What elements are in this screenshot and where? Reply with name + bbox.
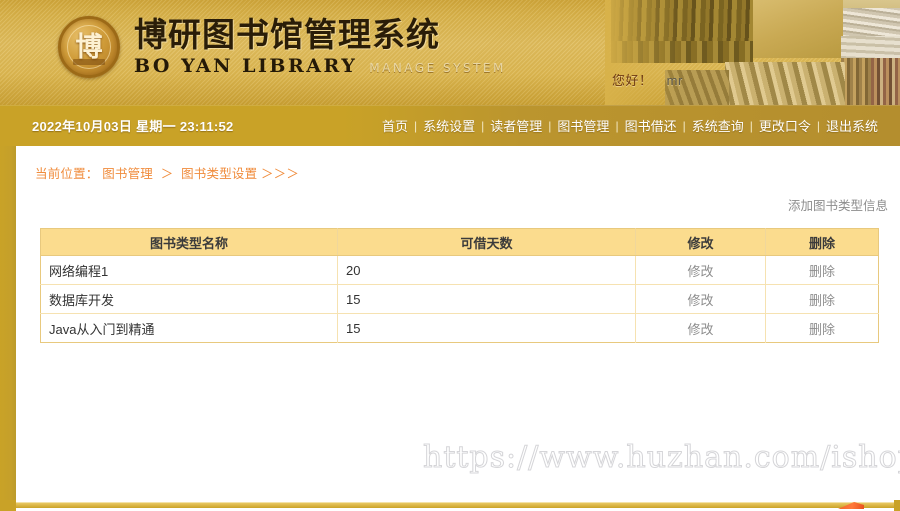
content-panel: 当前位置： 图书管理 ＞ 图书类型设置 ＞＞＞ 添加图书类型信息 图书类型名称 … xyxy=(28,146,900,511)
cell-type-name: Java从入门到精通 xyxy=(40,313,338,343)
left-gold-rail xyxy=(0,146,16,511)
watermark-text: https://www.huzhan.com/ishop46347 xyxy=(422,440,900,476)
cell-loan-days: 20 xyxy=(337,255,636,285)
edit-link-label[interactable]: 修改 xyxy=(687,264,713,279)
brand-title-en-row: BO YAN LIBRARY MANAGE SYSTEM xyxy=(134,57,506,76)
col-header-edit: 修改 xyxy=(635,228,766,256)
table-body: 网络编程1 20 修改 删除 数据库开发 15 修改 删除 Java从入门到精通 15 修改 删除 xyxy=(40,255,879,343)
footer-left-rail xyxy=(0,500,16,511)
photo-fade-overlay xyxy=(605,0,900,105)
delete-link[interactable]: 删除 xyxy=(765,284,879,314)
header-bookshelf-photo xyxy=(605,0,900,105)
edit-link-label[interactable]: 修改 xyxy=(687,293,713,308)
page-body: 当前位置： 图书管理 ＞ 图书类型设置 ＞＞＞ 添加图书类型信息 图书类型名称 … xyxy=(0,146,900,511)
greeting-username: mr xyxy=(666,73,683,88)
breadcrumb: 当前位置： 图书管理 ＞ 图书类型设置 ＞＞＞ xyxy=(35,163,299,182)
col-header-delete: 删除 xyxy=(765,228,879,256)
breadcrumb-item-book-type-settings[interactable]: 图书类型设置 xyxy=(181,167,257,181)
breadcrumb-arrow-icon: ＞ xyxy=(160,167,174,181)
col-header-loan-days: 可借天数 xyxy=(337,228,636,256)
brand-title-en: BO YAN LIBRARY xyxy=(134,55,358,77)
edit-link[interactable]: 修改 xyxy=(635,255,766,285)
nav-item-1[interactable]: 首页 xyxy=(376,116,414,135)
delete-link-label[interactable]: 删除 xyxy=(809,293,835,308)
breadcrumb-suffix: ＞＞＞ xyxy=(260,167,300,181)
cell-type-name: 网络编程1 xyxy=(40,255,338,285)
site-logo[interactable]: 博 博研图书馆管理系统 BO YAN LIBRARY MANAGE SYSTEM xyxy=(58,16,506,78)
nav-item-4[interactable]: 图书管理 xyxy=(551,116,615,135)
site-footer xyxy=(0,500,900,511)
edit-link[interactable]: 修改 xyxy=(635,313,766,343)
nav-menu: 首页 | 系统设置 | 读者管理 | 图书管理 | 图书借还 | 系统查询 | 更改口令 | 退出系统 xyxy=(376,116,884,135)
footer-gold-bar xyxy=(16,502,900,508)
cell-loan-days: 15 xyxy=(337,284,636,314)
table-row: 数据库开发 15 修改 删除 xyxy=(40,284,879,314)
main-navbar: 2022年10月03日 星期一 23:11:52 首页 | 系统设置 | 读者管理 | 图书… xyxy=(0,105,900,146)
edit-link-label[interactable]: 修改 xyxy=(687,322,713,337)
page-root: 您好！ mr 博 博研图书馆管理系统 BO YAN LIBRARY MANAGE… xyxy=(0,0,900,511)
brand-block: 博研图书馆管理系统 BO YAN LIBRARY MANAGE SYSTEM xyxy=(134,18,506,76)
seal-character: 博 xyxy=(75,31,103,63)
user-greeting: 您好！ mr xyxy=(612,70,683,89)
delete-link[interactable]: 删除 xyxy=(765,255,879,285)
nav-item-2[interactable]: 系统设置 xyxy=(417,116,481,135)
nav-item-6[interactable]: 系统查询 xyxy=(686,116,750,135)
greeting-text: 您好！ xyxy=(612,73,653,88)
nav-item-5[interactable]: 图书借还 xyxy=(619,116,683,135)
site-header: 您好！ mr 博 博研图书馆管理系统 BO YAN LIBRARY MANAGE… xyxy=(0,0,900,105)
book-type-table-wrap: 图书类型名称 可借天数 修改 删除 网络编程1 20 修改 删除 数据库开发 15 修改 删除… xyxy=(40,228,879,343)
table-row: Java从入门到精通 15 修改 删除 xyxy=(40,313,879,343)
col-header-type-name: 图书类型名称 xyxy=(40,228,338,256)
book-type-table: 图书类型名称 可借天数 修改 删除 网络编程1 20 修改 删除 数据库开发 15 修改 删除… xyxy=(40,228,879,343)
delete-link-label[interactable]: 删除 xyxy=(809,264,835,279)
datetime-display: 2022年10月03日 星期一 23:11:52 xyxy=(32,119,234,134)
cell-loan-days: 15 xyxy=(337,313,636,343)
edit-link[interactable]: 修改 xyxy=(635,284,766,314)
breadcrumb-prefix: 当前位置： xyxy=(35,167,99,181)
delete-link[interactable]: 删除 xyxy=(766,314,879,343)
footer-right-rail xyxy=(894,500,900,511)
brand-subtitle-en: MANAGE SYSTEM xyxy=(369,61,506,75)
table-row: 网络编程1 20 修改 删除 xyxy=(40,255,879,285)
nav-item-3[interactable]: 读者管理 xyxy=(484,116,548,135)
table-head: 图书类型名称 可借天数 修改 删除 xyxy=(40,228,879,256)
delete-link-label[interactable]: 删除 xyxy=(809,322,835,337)
brand-title-cn: 博研图书馆管理系统 xyxy=(134,15,440,54)
cell-type-name: 数据库开发 xyxy=(40,284,338,314)
add-book-type-link[interactable]: 添加图书类型信息 xyxy=(788,195,888,214)
seal-logo-icon: 博 xyxy=(58,16,120,78)
breadcrumb-item-book-management[interactable]: 图书管理 xyxy=(102,167,153,181)
table-header-row: 图书类型名称 可借天数 修改 删除 xyxy=(40,228,879,256)
nav-item-8[interactable]: 退出系统 xyxy=(820,116,884,135)
nav-item-7[interactable]: 更改口令 xyxy=(753,116,817,135)
